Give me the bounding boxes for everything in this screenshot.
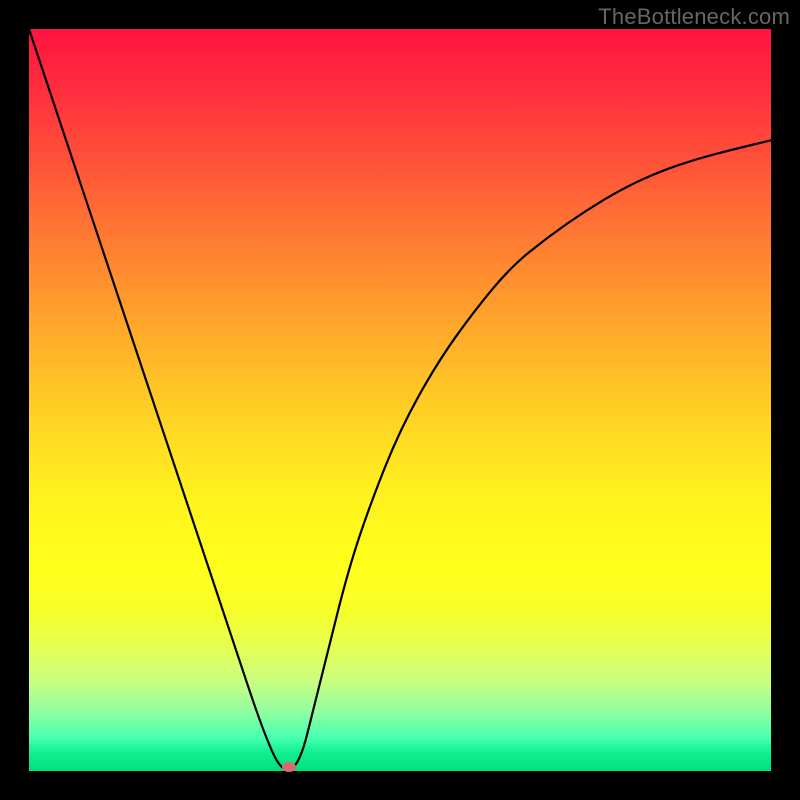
curve-layer <box>29 29 771 771</box>
watermark-text: TheBottleneck.com <box>598 4 790 30</box>
minimum-marker <box>282 762 296 772</box>
chart-frame: TheBottleneck.com <box>0 0 800 800</box>
plot-area <box>29 29 771 771</box>
bottleneck-curve <box>29 29 771 770</box>
